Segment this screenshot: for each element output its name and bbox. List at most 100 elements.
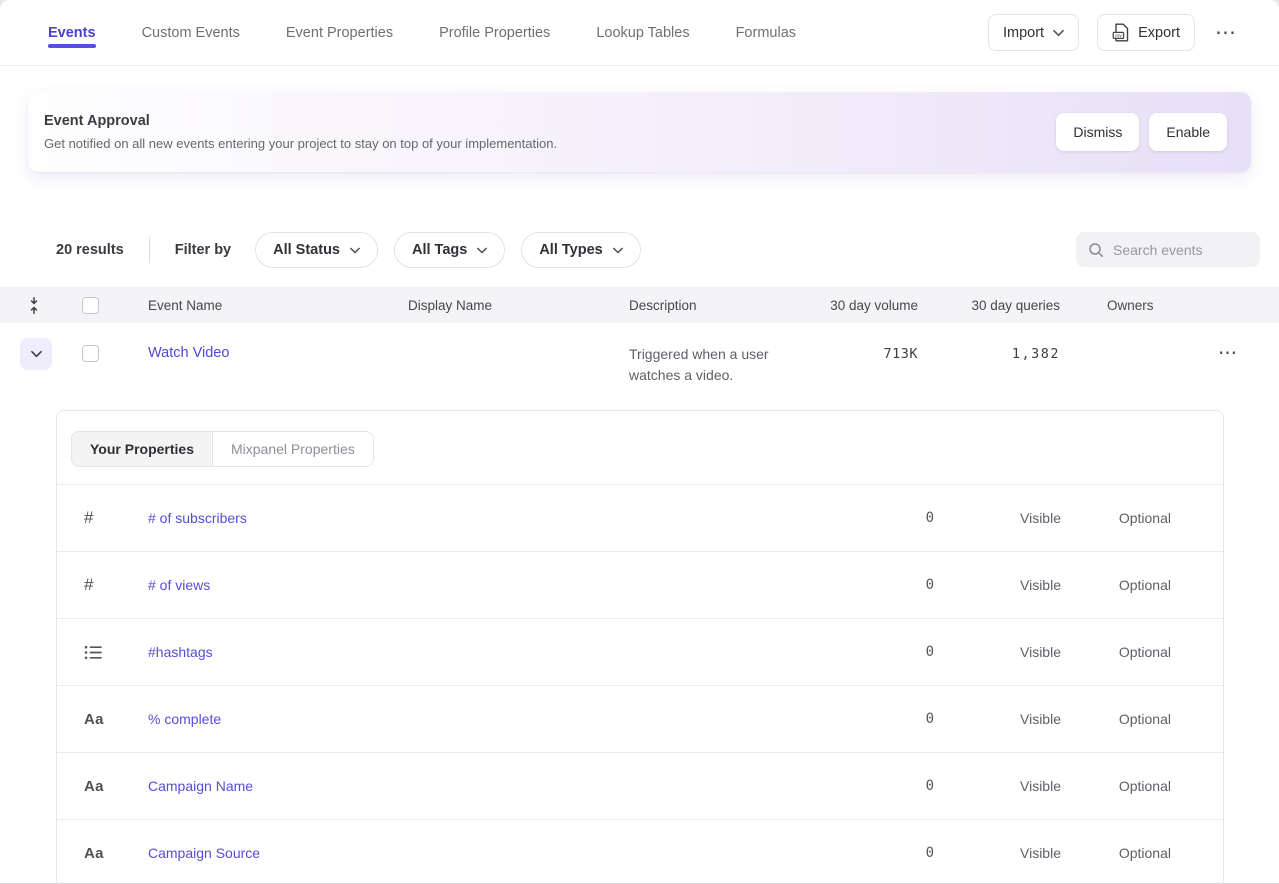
banner-subtitle: Get notified on all new events entering … — [44, 136, 557, 151]
tags-filter-dropdown[interactable]: All Tags — [394, 232, 505, 268]
results-count: 20 results — [56, 242, 124, 258]
more-icon: ⋯ — [1215, 21, 1237, 44]
property-requirement: Optional — [1116, 778, 1223, 794]
property-requirement: Optional — [1116, 711, 1223, 727]
text-type-icon: Aa — [57, 845, 148, 862]
more-icon: ⋯ — [1218, 343, 1238, 364]
export-button[interactable]: csv Export — [1097, 14, 1195, 51]
chevron-down-icon — [613, 247, 623, 254]
event-queries: 1,382 — [918, 338, 1060, 362]
property-row: # # of subscribers 0 Visible Optional — [57, 484, 1223, 551]
tab-your-properties[interactable]: Your Properties — [72, 432, 213, 466]
more-options-button[interactable]: ⋯ — [1213, 18, 1239, 47]
column-header-event-name: Event Name — [148, 298, 408, 313]
search-input[interactable] — [1113, 242, 1243, 258]
property-name-link[interactable]: # of views — [148, 577, 834, 593]
row-more-button[interactable]: ⋯ — [1190, 338, 1279, 363]
nav-actions: Import csv Export ⋯ — [988, 0, 1239, 65]
property-visibility: Visible — [934, 711, 1116, 727]
tab-events-label: Events — [48, 25, 96, 41]
types-filter-dropdown[interactable]: All Types — [521, 232, 640, 268]
property-name-link[interactable]: # of subscribers — [148, 510, 834, 526]
filter-by-label: Filter by — [175, 242, 231, 258]
property-count: 0 — [834, 644, 934, 660]
properties-tabs-zone: Your Properties Mixpanel Properties — [57, 411, 1223, 484]
import-button[interactable]: Import — [988, 14, 1079, 51]
property-count: 0 — [834, 577, 934, 593]
tab-formulas[interactable]: Formulas — [736, 0, 796, 65]
text-type-icon: Aa — [57, 711, 148, 728]
property-requirement: Optional — [1116, 577, 1223, 593]
property-requirement: Optional — [1116, 644, 1223, 660]
tab-custom-events[interactable]: Custom Events — [142, 0, 240, 65]
tab-profile-properties[interactable]: Profile Properties — [439, 0, 550, 65]
tab-mixpanel-properties[interactable]: Mixpanel Properties — [213, 432, 373, 466]
event-volume: 713K — [821, 338, 918, 362]
export-button-label: Export — [1138, 25, 1180, 41]
chevron-down-icon — [31, 350, 42, 358]
property-count: 0 — [834, 711, 934, 727]
text-type-icon: Aa — [57, 778, 148, 795]
import-button-label: Import — [1003, 25, 1044, 41]
tab-events[interactable]: Events — [48, 0, 96, 65]
property-row: Aa % complete 0 Visible Optional — [57, 685, 1223, 752]
property-requirement: Optional — [1116, 510, 1223, 526]
tab-event-properties[interactable]: Event Properties — [286, 0, 393, 65]
number-type-icon: # — [57, 575, 148, 595]
column-header-display-name: Display Name — [408, 298, 629, 313]
chevron-down-icon — [350, 247, 360, 254]
event-approval-banner: Event Approval Get notified on all new e… — [28, 92, 1251, 172]
property-name-link[interactable]: Campaign Name — [148, 778, 834, 794]
banner-title: Event Approval — [44, 113, 557, 129]
property-row: Aa Campaign Name 0 Visible Optional — [57, 752, 1223, 819]
event-description-line2: watches a video. — [629, 365, 821, 386]
enable-button[interactable]: Enable — [1149, 113, 1227, 151]
events-table-header: Event Name Display Name Description 30 d… — [0, 287, 1279, 323]
tab-lookup-tables[interactable]: Lookup Tables — [596, 0, 689, 65]
dismiss-button[interactable]: Dismiss — [1056, 113, 1139, 151]
collapse-all-icon[interactable] — [27, 297, 41, 314]
property-visibility: Visible — [934, 644, 1116, 660]
column-header-description: Description — [629, 298, 821, 313]
csv-file-icon: csv — [1112, 23, 1129, 42]
property-name-link[interactable]: Campaign Source — [148, 845, 834, 861]
search-icon — [1088, 242, 1104, 258]
property-visibility: Visible — [934, 577, 1116, 593]
collapse-row-button[interactable] — [20, 338, 52, 370]
property-row: # # of views 0 Visible Optional — [57, 551, 1223, 618]
event-name-link[interactable]: Watch Video — [148, 338, 229, 361]
column-header-volume: 30 day volume — [821, 298, 918, 313]
chevron-down-icon — [1053, 29, 1064, 37]
filter-bar: 20 results Filter by All Status All Tags… — [56, 232, 1279, 268]
property-name-link[interactable]: % complete — [148, 711, 834, 727]
property-count: 0 — [834, 778, 934, 794]
column-header-owners: Owners — [1060, 298, 1190, 313]
divider — [149, 237, 150, 263]
row-checkbox[interactable] — [82, 345, 99, 362]
event-description-line1: Triggered when a user — [629, 344, 821, 365]
types-filter-label: All Types — [539, 242, 602, 258]
status-filter-dropdown[interactable]: All Status — [255, 232, 378, 268]
chevron-down-icon — [477, 247, 487, 254]
tags-filter-label: All Tags — [412, 242, 467, 258]
property-visibility: Visible — [934, 845, 1116, 861]
top-nav: Events Custom Events Event Properties Pr… — [0, 0, 1279, 66]
property-name-link[interactable]: #hashtags — [148, 644, 834, 660]
tab-event-properties-label: Event Properties — [286, 25, 393, 41]
property-row: #hashtags 0 Visible Optional — [57, 618, 1223, 685]
property-visibility: Visible — [934, 778, 1116, 794]
lexicon-page: Events Custom Events Event Properties Pr… — [0, 0, 1279, 884]
number-type-icon: # — [57, 508, 148, 528]
tab-profile-properties-label: Profile Properties — [439, 25, 550, 41]
banner-text: Event Approval Get notified on all new e… — [44, 113, 557, 151]
list-type-icon — [57, 645, 148, 660]
tab-custom-events-label: Custom Events — [142, 25, 240, 41]
csv-icon-label: csv — [1115, 33, 1123, 38]
select-all-checkbox[interactable] — [82, 297, 99, 314]
banner-actions: Dismiss Enable — [1056, 113, 1227, 151]
active-tab-underline — [48, 44, 96, 48]
event-description: Triggered when a user watches a video. — [629, 338, 821, 386]
search-box — [1076, 232, 1260, 267]
status-filter-label: All Status — [273, 242, 340, 258]
event-row-watch-video: Watch Video Triggered when a user watche… — [0, 323, 1279, 395]
